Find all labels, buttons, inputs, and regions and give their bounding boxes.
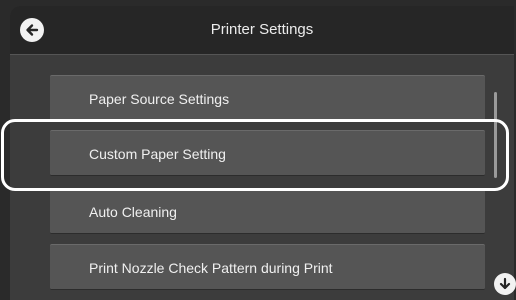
menu-item-label: Paper Source Settings — [89, 91, 230, 107]
menu-item-auto-cleaning[interactable]: Auto Cleaning — [50, 188, 485, 234]
header-bar: Printer Settings — [10, 6, 514, 55]
menu-item-custom-paper-setting[interactable]: Custom Paper Setting — [50, 130, 485, 176]
printer-settings-screen: Printer Settings Paper Source Settings C… — [10, 6, 514, 300]
menu-item-label: Print Nozzle Check Pattern during Print — [89, 260, 333, 276]
scroll-down-button[interactable] — [494, 273, 516, 295]
menu-item-label: Custom Paper Setting — [89, 146, 226, 162]
menu-item-label: Auto Cleaning — [89, 204, 177, 220]
menu-item-paper-source-settings[interactable]: Paper Source Settings — [50, 75, 485, 121]
menu-item-print-nozzle-check-pattern[interactable]: Print Nozzle Check Pattern during Print — [50, 244, 485, 290]
scrollbar-thumb[interactable] — [494, 92, 497, 178]
page-title: Printer Settings — [210, 21, 314, 38]
arrow-down-circle-icon — [499, 277, 511, 290]
